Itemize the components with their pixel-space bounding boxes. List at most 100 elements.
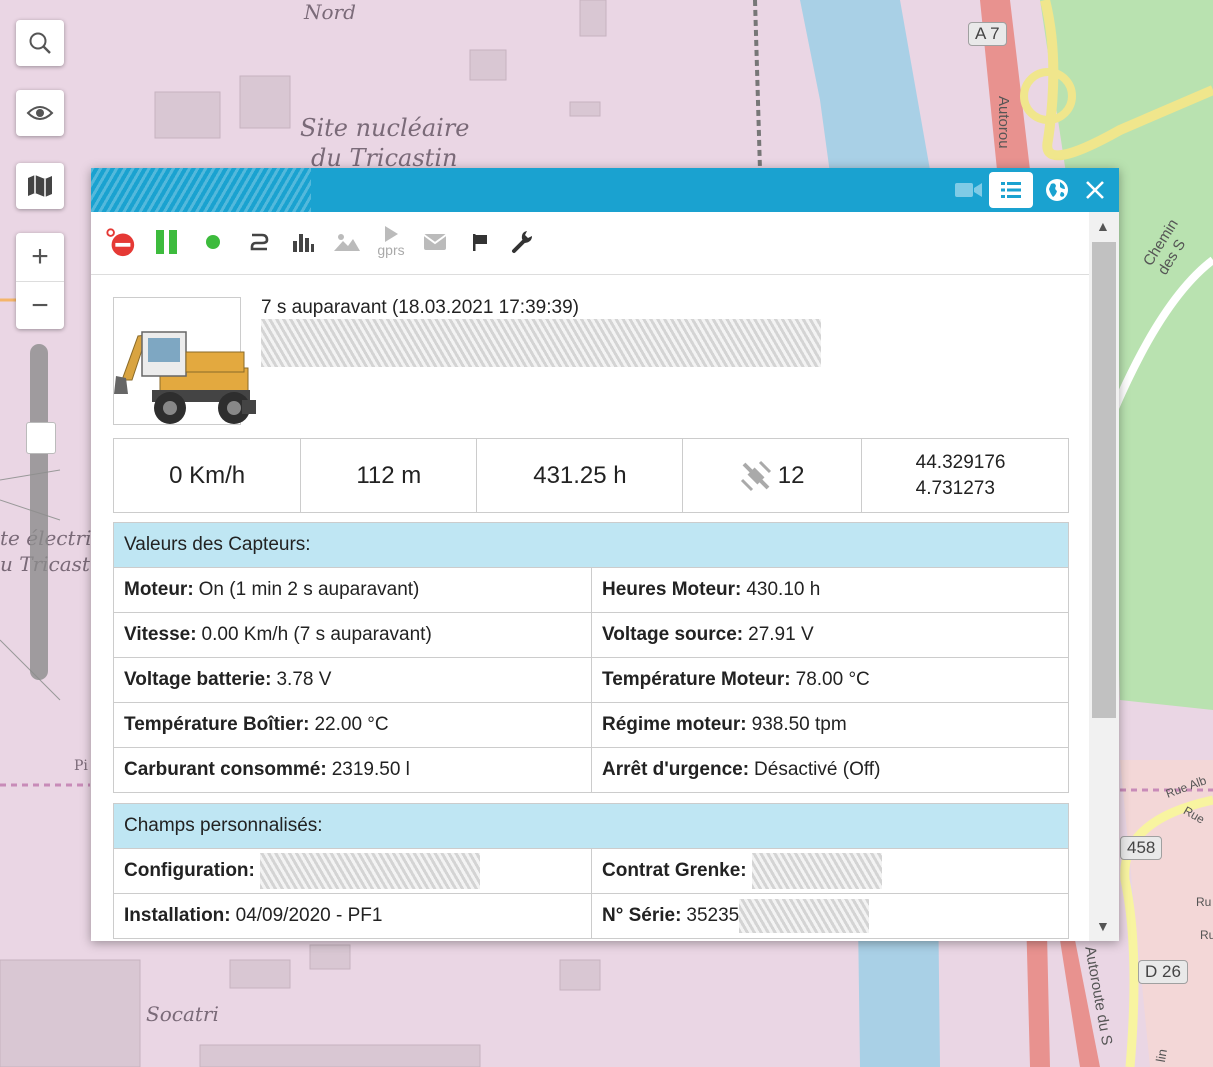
coordinates-stat: 44.329176 4.731273 <box>862 439 1068 512</box>
custom-serial-number: N° Série: 35235 <box>591 894 1068 938</box>
sensor-emergency-stop: Arrêt d'urgence: Désactivé (Off) <box>591 748 1068 792</box>
road-shield-458: 458 <box>1120 836 1163 860</box>
status-dot-icon <box>206 235 220 249</box>
close-button[interactable] <box>1077 172 1113 208</box>
list-icon <box>1001 182 1021 198</box>
redacted-serial <box>739 899 870 933</box>
excavator-image <box>114 331 256 424</box>
sensor-engine-rpm: Régime moteur: 938.50 tpm <box>591 703 1068 747</box>
pause-icon <box>156 230 177 254</box>
custom-configuration: Configuration: <box>114 849 591 893</box>
custom-installation: Installation: 04/09/2020 - PF1 <box>124 905 383 926</box>
globe-button[interactable] <box>1039 172 1075 208</box>
road-label-lin: lin <box>1152 1047 1171 1064</box>
sensor-values-section: Valeurs des Capteurs: Moteur: On (1 min 2… <box>113 522 1069 793</box>
table-row: Température Boîtier: 22.00 °C Régime mote… <box>114 703 1068 748</box>
road-label-ru-2: Ru <box>1200 928 1213 942</box>
table-row: Moteur: On (1 min 2 s auparavant) Heures … <box>114 568 1068 613</box>
zoom-control: + − <box>16 233 64 329</box>
flag-button[interactable] <box>464 224 496 260</box>
table-row: Carburant consommé: 2319.50 l Arrêt d'urg… <box>114 748 1068 792</box>
visibility-button[interactable] <box>16 90 64 136</box>
zoom-slider-handle[interactable] <box>26 422 56 454</box>
image-icon <box>334 234 360 251</box>
status-button[interactable] <box>197 224 229 260</box>
stop-engine-icon <box>106 228 135 257</box>
satellite-icon <box>740 460 771 491</box>
image-button[interactable] <box>331 224 363 260</box>
sensor-source-voltage: Voltage source: 27.91 V <box>591 613 1068 657</box>
sensor-fuel-consumed: Carburant consommé: 2319.50 l <box>124 759 410 780</box>
speed-stat: 0 Km/h <box>114 439 302 512</box>
sensor-battery-voltage: Voltage batterie: 3.78 V <box>124 669 332 690</box>
sensor-engine: Moteur: On (1 min 2 s auparavant) <box>124 579 420 600</box>
road-label-autoroute-top: Autorou <box>995 96 1012 149</box>
chart-icon <box>293 234 314 252</box>
scroll-down-arrow[interactable]: ▼ <box>1096 918 1110 934</box>
road-shield-a7: A 7 <box>968 22 1007 46</box>
sensor-values-title: Valeurs des Capteurs: <box>114 523 1068 568</box>
sensor-engine-temperature: Température Moteur: 78.00 °C <box>591 658 1068 702</box>
zoom-slider-track[interactable] <box>30 344 48 680</box>
gprs-play-icon <box>385 226 398 242</box>
map-label-p: Pi <box>74 758 88 774</box>
mail-icon <box>423 234 447 250</box>
altitude-stat: 112 m <box>301 439 478 512</box>
latitude-value: 44.329176 <box>915 451 1006 473</box>
custom-grenke-contract: Contrat Grenke: <box>591 849 1068 893</box>
redacted-address <box>261 319 821 367</box>
redacted-contract <box>751 853 882 889</box>
table-row: Configuration: Contrat Grenke: <box>114 849 1068 894</box>
zoom-in-button[interactable]: + <box>16 233 64 281</box>
chart-button[interactable] <box>287 224 319 260</box>
eye-icon <box>26 106 54 120</box>
map-icon <box>28 175 52 197</box>
popup-titlebar[interactable] <box>91 168 1119 212</box>
scroll-up-arrow[interactable]: ▲ <box>1096 218 1110 234</box>
flag-icon <box>473 234 487 251</box>
route-icon <box>250 233 269 251</box>
list-view-button[interactable] <box>989 172 1033 208</box>
globe-icon <box>1046 179 1068 201</box>
road-label-ru: Ru <box>1196 895 1212 909</box>
titlebar-decoration <box>91 168 311 212</box>
map-label-nord: Nord <box>304 0 356 24</box>
scrollbar-thumb[interactable] <box>1092 242 1116 718</box>
close-icon <box>1086 181 1104 199</box>
map-layers-button[interactable] <box>16 163 64 209</box>
vehicle-info-popup: gprs 7 s auparavant (18.03.2021 17:39:39… <box>91 168 1119 941</box>
gprs-label: gprs <box>377 242 405 258</box>
search-icon <box>29 32 51 54</box>
satellites-count: 12 <box>777 461 805 489</box>
sensor-box-temperature: Température Boîtier: 22.00 °C <box>124 714 389 735</box>
popup-scrollbar[interactable]: ▲ ▼ <box>1089 212 1119 941</box>
custom-fields-title: Champs personnalisés: <box>114 804 1068 849</box>
settings-button[interactable] <box>507 224 539 260</box>
last-update-time: 7 s auparavant (18.03.2021 17:39:39) <box>261 297 579 318</box>
road-shield-d26: D 26 <box>1138 960 1188 984</box>
popup-content[interactable]: 7 s auparavant (18.03.2021 17:39:39) 0 K… <box>91 275 1089 941</box>
vehicle-photo <box>113 297 256 425</box>
pause-button[interactable] <box>151 224 183 260</box>
wrench-icon <box>512 231 532 253</box>
satellites-stat: 12 <box>683 439 862 512</box>
hours-stat: 431.25 h <box>477 439 684 512</box>
map-label-socatri: Socatri <box>146 1002 219 1026</box>
video-button[interactable] <box>951 172 987 208</box>
redacted-configuration <box>259 853 480 889</box>
stats-bar: 0 Km/h 112 m 431.25 h 12 44.329176 4.731… <box>113 438 1069 513</box>
stop-engine-button[interactable] <box>105 224 137 260</box>
mail-button[interactable] <box>419 224 451 260</box>
sensor-engine-hours: Heures Moteur: 430.10 h <box>591 568 1068 612</box>
popup-toolbar: gprs <box>91 212 1089 275</box>
longitude-value: 4.731273 <box>915 477 995 499</box>
table-row: Vitesse: 0.00 Km/h (7 s auparavant) Volta… <box>114 613 1068 658</box>
zoom-out-button[interactable]: − <box>16 281 64 330</box>
map-label-elec: te électriq <box>0 526 105 550</box>
route-button[interactable] <box>243 224 275 260</box>
gprs-button[interactable]: gprs <box>375 218 407 264</box>
table-row: Voltage batterie: 3.78 V Température Mote… <box>114 658 1068 703</box>
video-icon <box>955 183 982 197</box>
search-button[interactable] <box>16 20 64 66</box>
custom-fields-section: Champs personnalisés: Configuration: Con… <box>113 803 1069 939</box>
